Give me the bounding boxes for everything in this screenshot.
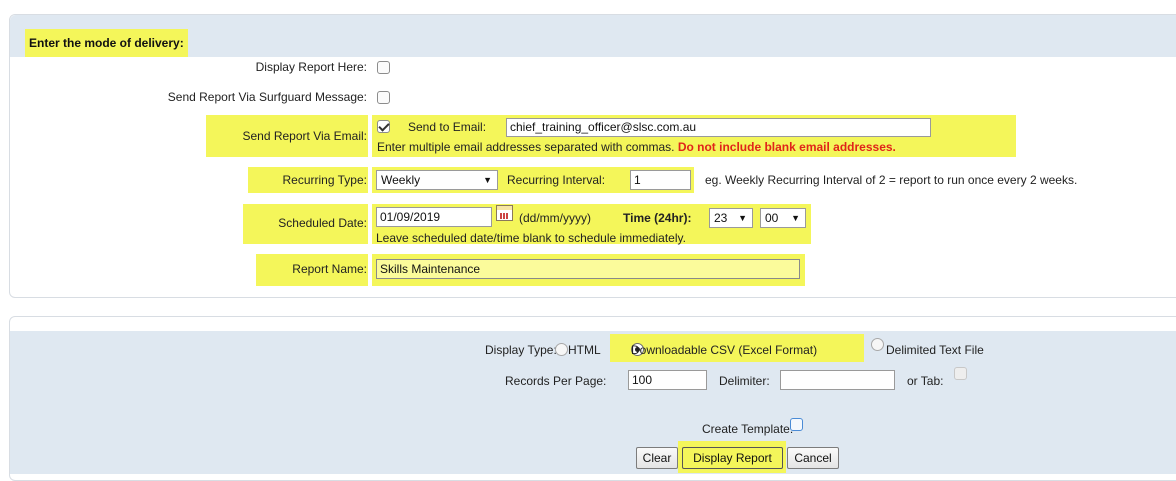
radio-html[interactable]: [555, 343, 568, 356]
date-format-hint: (dd/mm/yyyy): [519, 211, 591, 225]
hour-value: 23: [714, 211, 728, 225]
calendar-icon[interactable]: [496, 205, 513, 221]
send-email-checkbox[interactable]: [377, 120, 390, 134]
radio-delimited-label: Delimited Text File: [886, 343, 984, 357]
clear-button[interactable]: Clear: [636, 447, 678, 469]
radio-delimited[interactable]: [871, 338, 884, 351]
records-per-page-input[interactable]: 100: [628, 370, 707, 390]
chevron-down-icon: ▼: [738, 213, 747, 223]
radio-csv-label: Downloadable CSV (Excel Format): [631, 343, 818, 357]
cancel-button[interactable]: Cancel: [787, 447, 839, 469]
email-note-text: Enter multiple email addresses separated…: [377, 140, 675, 154]
send-to-email-label: Send to Email:: [408, 120, 487, 134]
report-name-label: Report Name:: [292, 262, 367, 276]
display-report-here-label: Display Report Here:: [255, 60, 367, 74]
or-tab-label: or Tab:: [907, 374, 944, 388]
send-surfguard-label: Send Report Via Surfguard Message:: [167, 90, 367, 104]
delivery-section-title: Enter the mode of delivery:: [25, 29, 188, 57]
chevron-down-icon: ▼: [791, 213, 800, 223]
send-email-label: Send Report Via Email:: [242, 129, 367, 143]
delimiter-label: Delimiter:: [719, 374, 770, 388]
display-report-button[interactable]: Display Report: [682, 447, 783, 469]
records-per-page-label: Records Per Page:: [505, 374, 607, 388]
chevron-down-icon: ▼: [483, 175, 492, 185]
email-input[interactable]: chief_training_officer@slsc.com.au: [506, 118, 931, 137]
email-note: Enter multiple email addresses separated…: [377, 140, 896, 154]
time-label: Time (24hr):: [623, 211, 692, 225]
schedule-note: Leave scheduled date/time blank to sched…: [376, 231, 686, 245]
tab-checkbox[interactable]: [954, 367, 967, 380]
radio-html-label: HTML: [568, 343, 601, 357]
minute-value: 00: [765, 211, 779, 225]
recurring-type-label: Recurring Type:: [282, 173, 368, 187]
hour-select[interactable]: 23 ▼: [709, 208, 753, 228]
delimiter-input[interactable]: [780, 370, 895, 390]
recurring-type-select[interactable]: Weekly ▼: [376, 170, 498, 190]
send-surfguard-checkbox[interactable]: [377, 91, 390, 104]
display-report-here-checkbox[interactable]: [377, 61, 390, 74]
scheduled-date-input[interactable]: 01/09/2019: [376, 207, 492, 227]
output-panel: [9, 316, 1176, 481]
recurring-type-value: Weekly: [381, 173, 421, 187]
email-warning-text: Do not include blank email addresses.: [677, 140, 896, 154]
minute-select[interactable]: 00 ▼: [760, 208, 806, 228]
recurring-interval-label: Recurring Interval:: [507, 173, 606, 187]
report-name-input[interactable]: Skills Maintenance: [376, 259, 800, 279]
create-template-label: Create Template:: [702, 422, 794, 436]
scheduled-date-label: Scheduled Date:: [278, 216, 367, 230]
display-type-label: Display Type:: [485, 343, 557, 357]
create-template-checkbox[interactable]: [790, 418, 803, 431]
recurring-note: eg. Weekly Recurring Interval of 2 = rep…: [705, 173, 1078, 187]
recurring-interval-input[interactable]: 1: [630, 170, 691, 190]
